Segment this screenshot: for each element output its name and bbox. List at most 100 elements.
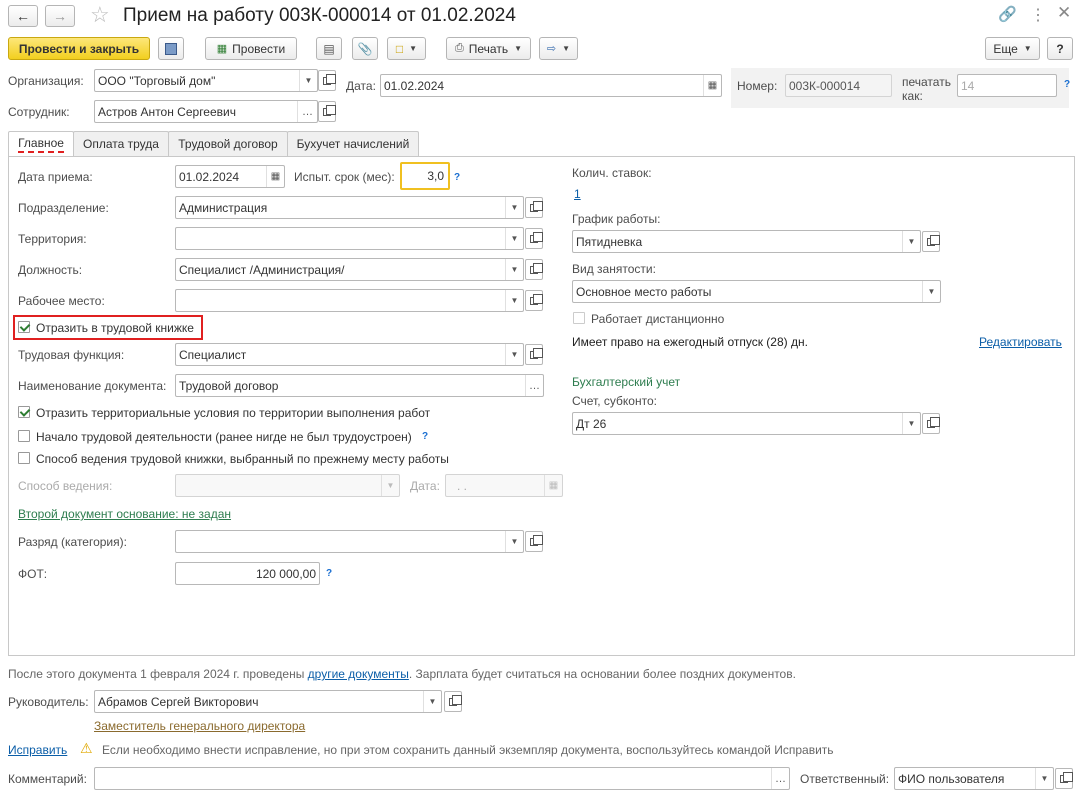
chevron-down-icon[interactable]: ▼ [299,70,317,91]
chevron-down-icon[interactable]: ▼ [505,228,523,249]
help-icon[interactable]: ? [454,172,460,183]
tab-main[interactable]: Главное [8,131,74,157]
labor-func-field[interactable]: Специалист ▼ [175,343,524,366]
territory-open-button[interactable] [525,228,543,249]
position-value: Специалист /Администрация/ [179,262,345,277]
dept-field[interactable]: Администрация ▼ [175,196,524,219]
open-icon [927,234,940,246]
back-button[interactable]: ← [8,5,38,27]
open-icon [530,262,543,274]
second-doc-link[interactable]: Второй документ основание: не задан [18,507,231,521]
position-open-button[interactable] [525,259,543,280]
org-open-button[interactable] [318,70,336,91]
chevron-down-icon[interactable]: ▼ [902,413,920,434]
comment-field[interactable]: … [94,767,790,790]
select-ellipsis-icon[interactable]: … [297,101,317,122]
forward-button[interactable]: → [45,5,75,27]
chevron-down-icon[interactable]: ▼ [922,281,940,302]
open-icon [927,416,940,428]
employee-field[interactable]: Астров Антон Сергеевич… [94,100,318,123]
org-field[interactable]: ООО "Торговый дом" ▼ [94,69,318,92]
account-label: Счет, субконто: [572,394,657,408]
tab-contract[interactable]: Трудовой договор [168,131,288,156]
employment-field[interactable]: Основное место работы ▼ [572,280,941,303]
dept-value: Администрация [179,200,268,215]
dept-open-button[interactable] [525,197,543,218]
chevron-down-icon[interactable]: ▼ [505,259,523,280]
schedule-open-button[interactable] [922,231,940,252]
post-button[interactable]: ▦ Провести [205,37,297,60]
print-as-field[interactable]: 14 [957,74,1057,97]
info-suffix: . Зарплата будет считаться на основании … [408,667,796,681]
tab-accounting[interactable]: Бухучет начислений [287,131,419,156]
chevron-down-icon[interactable]: ▼ [1035,768,1053,789]
labor-func-open-button[interactable] [525,344,543,365]
export-button[interactable]: ⇨ ▼ [539,37,578,60]
open-icon [530,534,543,546]
employee-open-button[interactable] [318,101,336,122]
more-menu-icon[interactable]: ⋮ [1030,5,1046,25]
workplace-field[interactable]: ▼ [175,289,524,312]
calendar-icon[interactable]: ▦ [703,75,721,96]
rates-link[interactable]: 1 [574,187,581,201]
manager-position-link[interactable]: Заместитель генерального директора [94,719,305,733]
journal-button[interactable]: ▤ [316,37,342,60]
first-job-checkbox[interactable] [18,430,30,442]
save-button[interactable] [158,37,184,60]
select-ellipsis-icon[interactable]: … [525,375,543,396]
org-value: ООО "Торговый дом" [98,73,216,88]
print-button[interactable]: ⎙ Печать ▼ [446,37,531,60]
responsible-open-button[interactable] [1055,768,1073,789]
chevron-down-icon[interactable]: ▼ [505,197,523,218]
manager-field[interactable]: Абрамов Сергей Викторович ▼ [94,690,442,713]
reflect-book-checkbox[interactable] [18,321,30,333]
book-method-prev-checkbox[interactable] [18,452,30,464]
chevron-down-icon[interactable]: ▼ [505,290,523,311]
post-and-close-button[interactable]: Провести и закрыть [8,37,150,60]
fot-field[interactable]: 120 000,00 [175,562,320,585]
fot-value: 120 000,00 [255,566,316,581]
other-documents-link[interactable]: другие документы [308,667,409,681]
remote-checkbox[interactable] [573,312,585,324]
account-field[interactable]: Дт 26 ▼ [572,412,921,435]
reflect-territory-checkbox[interactable] [18,406,30,418]
chevron-down-icon[interactable]: ▼ [505,531,523,552]
account-open-button[interactable] [922,413,940,434]
tab-payment[interactable]: Оплата труда [73,131,169,156]
edit-vacation-link[interactable]: Редактировать [979,335,1062,349]
grade-open-button[interactable] [525,531,543,552]
help-button[interactable]: ? [1047,37,1073,60]
chevron-down-icon[interactable]: ▼ [423,691,441,712]
help-icon[interactable]: ? [326,568,332,579]
close-icon[interactable]: ✕ [1057,3,1071,23]
chevron-down-icon[interactable]: ▼ [902,231,920,252]
workplace-open-button[interactable] [525,290,543,311]
doc-name-field[interactable]: Трудовой договор… [175,374,544,397]
probation-field[interactable]: 3,0 [400,162,450,190]
accounting-title: Бухгалтерский учет [572,375,681,389]
calendar-icon[interactable]: ▦ [266,166,284,187]
chevron-down-icon[interactable]: ▼ [505,344,523,365]
favorite-star-icon[interactable]: ☆ [90,3,110,27]
fot-label: ФОТ: [18,567,48,581]
manager-open-button[interactable] [444,691,462,712]
fix-link[interactable]: Исправить [8,743,67,757]
more-button[interactable]: Еще ▼ [985,37,1040,60]
help-icon[interactable]: ? [1064,79,1070,90]
select-ellipsis-icon[interactable]: … [771,768,789,789]
number-field: 003К-000014 [785,74,892,97]
attach-button[interactable]: 📎 [352,37,378,60]
hire-date-field[interactable]: 01.02.2024 ▦ [175,165,285,188]
schedule-field[interactable]: Пятидневка ▼ [572,230,921,253]
rates-label: Колич. ставок: [572,166,652,180]
probation-label: Испыт. срок (мес): [294,170,395,184]
create-based-button[interactable]: □ ▼ [387,37,426,60]
link-icon[interactable]: 🔗 [998,5,1017,23]
territory-field[interactable]: ▼ [175,227,524,250]
help-icon[interactable]: ? [422,431,428,442]
date-field[interactable]: 01.02.2024 ▦ [380,74,722,97]
grade-field[interactable]: ▼ [175,530,524,553]
responsible-field[interactable]: ФИО пользователя ▼ [894,767,1054,790]
paperclip-icon: 📎 [357,41,373,56]
position-field[interactable]: Специалист /Администрация/ ▼ [175,258,524,281]
